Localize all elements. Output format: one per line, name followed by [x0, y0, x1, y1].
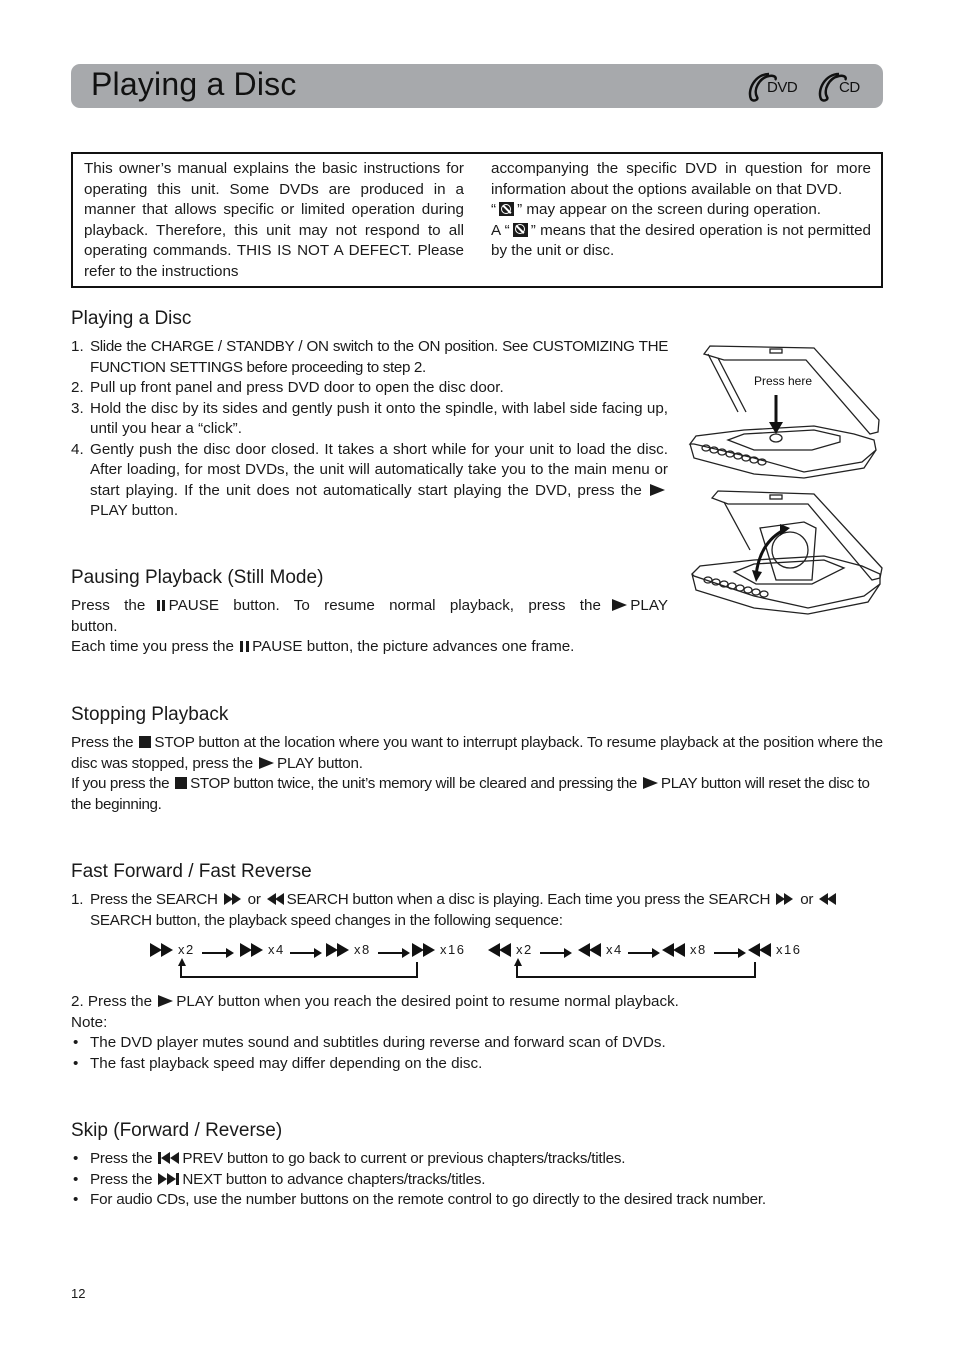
notes-list: • The DVD player mutes sound and subtitle…	[71, 1033, 883, 1074]
list-item: 3. Hold the disc by its sides and gently …	[71, 399, 668, 438]
section-title-pausing: Pausing Playback (Still Mode)	[71, 567, 324, 588]
sequence-arrow	[628, 948, 660, 958]
sequence-step: x2	[488, 942, 533, 957]
stopping-text: Press the STOP button at the location wh…	[71, 733, 883, 815]
sequence-step: x2	[150, 942, 195, 957]
skip-text: • Press the PREV button to go back to cur…	[71, 1149, 891, 1211]
fast-reverse-icon	[488, 942, 511, 957]
list-item: 1. Press the SEARCH or SEARCH button whe…	[71, 890, 883, 931]
fast-step-1: 1. Press the SEARCH or SEARCH button whe…	[71, 890, 883, 931]
play-icon	[259, 756, 275, 769]
sequence-step: x16	[748, 942, 801, 957]
list-item: • For audio CDs, use the number buttons o…	[73, 1191, 766, 1208]
play-icon	[642, 777, 658, 789]
list-item: • The fast playback speed may differ depe…	[73, 1054, 483, 1072]
sequence-arrow	[378, 948, 410, 958]
pausing-text: Press the PAUSE button. To resume normal…	[71, 596, 668, 658]
sequence-step: x16	[412, 942, 465, 957]
pause-icon	[156, 600, 166, 611]
loop-arrow-head	[178, 958, 186, 966]
sequence-step: x8	[326, 942, 371, 957]
playing-steps: 1. Slide the CHARGE / STANDBY / ON switch…	[71, 337, 668, 522]
loop-back-line	[516, 962, 756, 978]
dvd-player-illustration	[688, 345, 880, 479]
note-label: Note:	[71, 1013, 108, 1031]
fast-reverse-icon	[662, 942, 685, 957]
list-item: • The DVD player mutes sound and subtitle…	[73, 1034, 666, 1051]
stopping-paragraph-1: Press the STOP button at the location wh…	[71, 734, 883, 772]
dvd-player-open-figure: Press here	[684, 340, 884, 480]
fast-forward-icon	[150, 942, 173, 957]
next-track-icon	[158, 1172, 180, 1185]
list-item: • Press the NEXT button to advance chapte…	[73, 1170, 486, 1188]
fast-forward-icon	[223, 893, 241, 905]
dvd-logo-icon: DVD	[745, 70, 809, 104]
manual-page: Playing a Disc DVD CD This owner’s manua…	[0, 0, 954, 1354]
pausing-paragraph-2: Each time you press the PAUSE button, th…	[71, 638, 575, 655]
fast-forward-icon	[240, 942, 263, 957]
loop-back-line	[180, 962, 418, 978]
fast-step-2: 2. Press the PLAY button when you reach …	[71, 993, 679, 1010]
fast-reverse-icon	[266, 893, 284, 905]
stop-icon	[139, 736, 152, 748]
cd-logo-icon: CD	[815, 70, 869, 104]
play-icon	[650, 483, 665, 496]
fast-reverse-icon	[578, 942, 601, 957]
sequence-arrow	[290, 948, 322, 958]
page-number: 12	[71, 1286, 86, 1301]
notice-right-text: accompanying the specific DVD in questio…	[491, 160, 871, 259]
section-title-skip: Skip (Forward / Reverse)	[71, 1120, 283, 1141]
notice-box: This owner’s manual explains the basic i…	[71, 152, 883, 288]
fast-forward-icon	[412, 942, 435, 957]
section-title-stopping: Stopping Playback	[71, 704, 229, 725]
sequence-arrow	[540, 948, 572, 958]
sequence-step: x4	[578, 942, 623, 957]
play-icon	[158, 995, 174, 1007]
fast-reverse-icon	[748, 942, 771, 957]
sequence-arrow	[202, 948, 234, 958]
forward-speed-sequence: x2 x4 x8 x16	[150, 940, 470, 980]
prohibited-icon	[499, 202, 515, 216]
fast-reverse-icon	[819, 893, 837, 905]
fast-forward-icon	[326, 942, 349, 957]
stopping-paragraph-2: If you press the STOP button twice, the …	[71, 775, 870, 813]
list-item: 1. Slide the CHARGE / STANDBY / ON switch…	[71, 338, 668, 376]
section-title-playing: Playing a Disc	[71, 308, 192, 329]
fast-step-2-and-notes: 2. Press the PLAY button when you reach …	[71, 992, 883, 1074]
fast-forward-icon	[776, 893, 794, 905]
list-item: • Press the PREV button to go back to cur…	[73, 1150, 626, 1167]
disc-door-open-figure	[684, 488, 884, 623]
stop-icon	[175, 777, 188, 789]
play-icon	[612, 599, 628, 611]
disc-door-illustration	[691, 490, 883, 615]
page-title: Playing a Disc	[91, 66, 297, 102]
pause-icon	[240, 641, 249, 652]
list-item: 2. Pull up front panel and press DVD door…	[71, 379, 504, 396]
list-item: 4. Gently push the disc door closed. It t…	[71, 440, 668, 520]
loop-arrow-head	[514, 958, 522, 966]
prohibited-icon	[512, 222, 528, 237]
reverse-speed-sequence: x2 x4 x8 x16	[488, 940, 808, 980]
pausing-paragraph-1: Press the PAUSE button. To resume normal…	[71, 597, 668, 635]
title-bar: Playing a Disc DVD CD	[71, 64, 883, 108]
press-here-label: Press here	[754, 374, 813, 388]
previous-track-icon	[158, 1152, 180, 1164]
disc-format-logos: DVD CD	[745, 70, 869, 104]
notice-left-text: This owner’s manual explains the basic i…	[84, 160, 464, 280]
section-title-fast: Fast Forward / Fast Reverse	[71, 861, 312, 882]
sequence-step: x8	[662, 942, 707, 957]
sequence-step: x4	[240, 942, 285, 957]
sequence-arrow	[714, 948, 746, 958]
skip-list: • Press the PREV button to go back to cur…	[71, 1149, 891, 1211]
